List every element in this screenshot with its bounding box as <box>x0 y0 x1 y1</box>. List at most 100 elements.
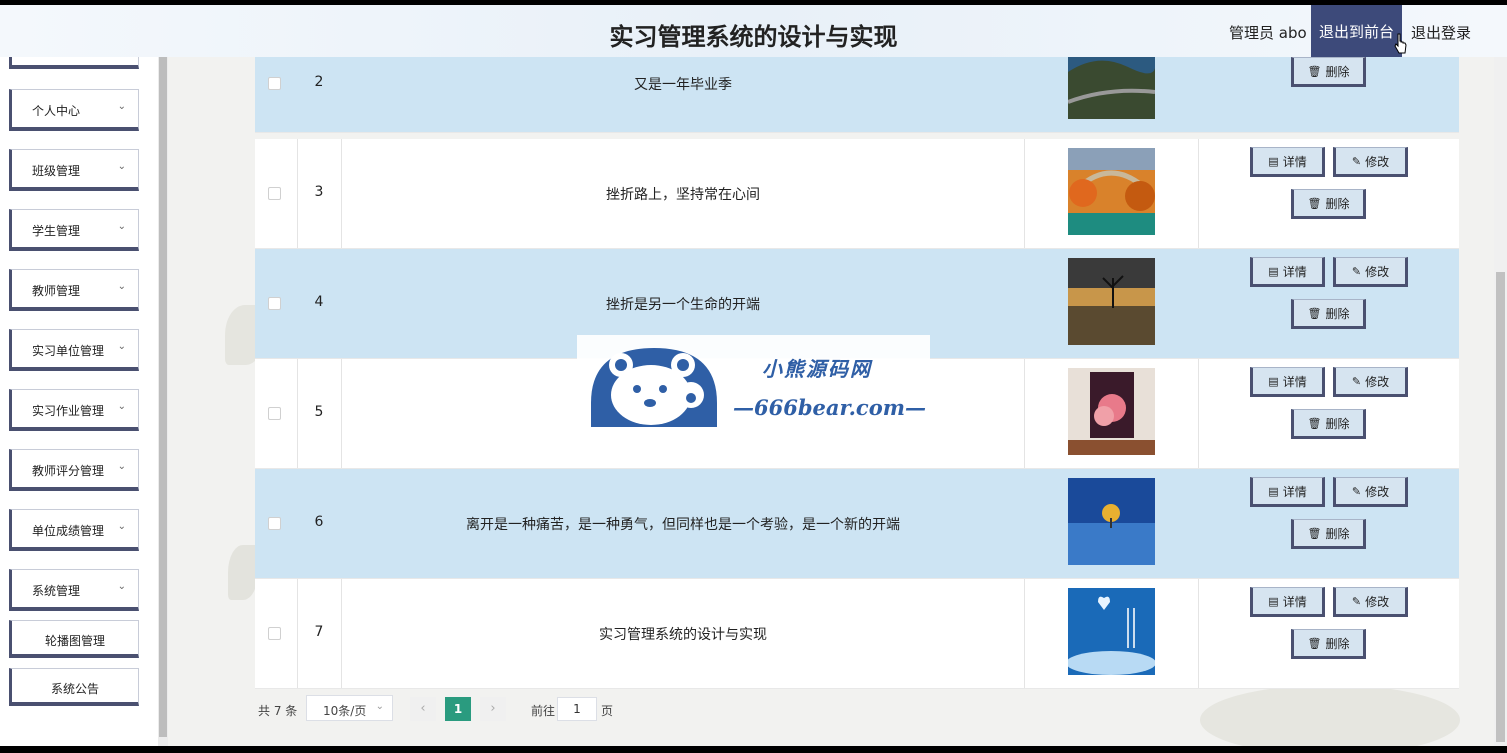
chevron-down-icon: ⌄ <box>117 281 126 292</box>
row-title: 挫折是另一个生命的开端 <box>606 297 760 313</box>
row-checkbox[interactable] <box>268 297 281 310</box>
row-checkbox[interactable] <box>268 77 281 90</box>
row-checkbox[interactable] <box>268 407 281 420</box>
edit-button[interactable]: ✎修改 <box>1333 477 1408 507</box>
chevron-right-icon: › <box>490 701 496 716</box>
exit-to-front-button[interactable]: 退出到前台 <box>1311 5 1402 57</box>
sidebar-item-label: 单位成绩管理 <box>32 524 105 538</box>
watermark-site-name: 小熊源码网 <box>762 357 872 381</box>
row-checkbox[interactable] <box>268 517 281 530</box>
delete-button[interactable]: 🗑 删除 <box>1291 189 1366 219</box>
tree-lake-blue-photo <box>1068 478 1155 565</box>
row-number: 6 <box>314 514 324 530</box>
logout-button[interactable]: 退出登录 <box>1411 22 1471 43</box>
delete-button[interactable]: 🗑 删除 <box>1291 57 1366 87</box>
chevron-down-icon: ⌄ <box>117 581 126 592</box>
table-row: 6 离开是一种痛苦，是一种勇气，但同样也是一个考验，是一个新的开端 ▤ 详情 ✎ 修… <box>255 469 1459 579</box>
row-title: 离开是一种痛苦，是一种勇气，但同样也是一个考验，是一个新的开端 <box>466 517 900 533</box>
background-leaf-decoration <box>228 545 258 600</box>
mouse-cursor-icon <box>1394 33 1407 54</box>
chevron-down-icon: ⌄ <box>117 101 126 112</box>
scrollbar-thumb[interactable] <box>159 57 167 737</box>
row-checkbox[interactable] <box>268 187 281 200</box>
app-window: 实习管理系统的设计与实现 管理员 abo 退出到前台 退出登录 个人中心 ⌄ 班… <box>0 5 1507 746</box>
prev-page-button[interactable]: ‹ <box>410 697 436 721</box>
pencil-icon: ✎ <box>1351 374 1362 388</box>
pencil-icon: ✎ <box>1351 594 1362 608</box>
watermark-url: —666bear.com— <box>733 395 926 420</box>
autumn-bridge-photo <box>1068 148 1155 235</box>
detail-button[interactable]: ▤详情 <box>1250 367 1325 397</box>
edit-button[interactable]: ✎修改 <box>1333 587 1408 617</box>
delete-button[interactable]: 🗑 删除 <box>1291 409 1366 439</box>
background-cup-decoration <box>1200 685 1460 746</box>
row-title: 又是一年毕业季 <box>634 77 732 93</box>
document-icon: ▤ <box>1268 374 1279 388</box>
sidebar-item-label: 个人中心 <box>32 104 81 118</box>
sidebar-item-students[interactable]: 学生管理 ⌄ <box>9 209 139 251</box>
sidebar-item-label: 班级管理 <box>32 164 81 178</box>
sidebar-subitem-carousel[interactable]: 轮播图管理 <box>9 620 139 658</box>
sidebar-item-system[interactable]: 系统管理 ⌄ <box>9 569 139 611</box>
chevron-down-icon: ⌄ <box>117 221 126 232</box>
row-checkbox[interactable] <box>268 627 281 640</box>
edit-button[interactable]: ✎修改 <box>1333 367 1408 397</box>
sidebar-item-class[interactable]: 班级管理 ⌄ <box>9 149 139 191</box>
row-number: 7 <box>314 624 324 640</box>
document-icon: ▤ <box>1268 484 1279 498</box>
sidebar-item-label: 系统管理 <box>32 584 81 598</box>
lone-tree-lake-photo <box>1068 258 1155 345</box>
sidebar-item-unit-grades[interactable]: 单位成绩管理 ⌄ <box>9 509 139 551</box>
page-size-select[interactable]: 10条/页 ⌄ <box>306 695 393 721</box>
sidebar-item-teachers[interactable]: 教师管理 ⌄ <box>9 269 139 311</box>
chevron-down-icon: ⌄ <box>375 701 384 712</box>
page-number-current[interactable]: 1 <box>445 697 471 721</box>
main-scrollbar[interactable] <box>1494 57 1507 746</box>
delete-button[interactable]: 🗑 删除 <box>1291 629 1366 659</box>
goto-page-input[interactable]: 1 <box>557 697 597 721</box>
sidebar-item-label: 教师评分管理 <box>32 464 105 478</box>
goto-label: 前往 <box>531 704 556 718</box>
sidebar-item-personal-center[interactable]: 个人中心 ⌄ <box>9 89 139 131</box>
trash-icon: 🗑 <box>1307 64 1322 78</box>
page-unit-label: 页 <box>601 704 614 718</box>
admin-username: 管理员 abo <box>1229 24 1307 42</box>
total-count: 共 7 条 <box>258 704 298 718</box>
top-bar: 实习管理系统的设计与实现 管理员 abo 退出到前台 退出登录 <box>0 5 1507 57</box>
sidebar-item-teacher-scoring[interactable]: 教师评分管理 ⌄ <box>9 449 139 491</box>
sidebar-item-label: 轮播图管理 <box>44 634 105 648</box>
watermark: 小熊源码网 —666bear.com— <box>577 335 930 430</box>
edit-button[interactable]: ✎修改 <box>1333 257 1408 287</box>
sidebar-menu: 个人中心 ⌄ 班级管理 ⌄ 学生管理 ⌄ 教师管理 ⌄ 实习单位管理 ⌄ 实习作… <box>0 27 158 746</box>
detail-button[interactable]: ▤详情 <box>1250 477 1325 507</box>
trash-icon: 🗑 <box>1307 636 1322 650</box>
table-row: 3 挫折路上，坚持常在心间 ▤ 详情 ✎ 修改 🗑 删除 <box>255 139 1459 249</box>
chevron-down-icon: ⌄ <box>117 401 126 412</box>
document-icon: ▤ <box>1268 154 1279 168</box>
detail-button[interactable]: ▤详情 <box>1250 147 1325 177</box>
chevron-down-icon: ⌄ <box>117 461 126 472</box>
sidebar-item-internship-homework[interactable]: 实习作业管理 ⌄ <box>9 389 139 431</box>
delete-button[interactable]: 🗑 删除 <box>1291 299 1366 329</box>
pink-clouds-painting-photo <box>1068 368 1155 455</box>
sidebar-scrollbar[interactable] <box>158 57 168 746</box>
row-number: 5 <box>314 404 324 420</box>
row-number: 3 <box>314 184 324 200</box>
trash-icon: 🗑 <box>1307 526 1322 540</box>
sidebar-subitem-announcements[interactable]: 系统公告 <box>9 668 139 706</box>
sidebar-item-label: 实习作业管理 <box>32 404 105 418</box>
pencil-icon: ✎ <box>1351 484 1362 498</box>
document-icon: ▤ <box>1268 264 1279 278</box>
next-page-button[interactable]: › <box>480 697 506 721</box>
scrollbar-thumb[interactable] <box>1496 272 1505 742</box>
sidebar-item-internship-units[interactable]: 实习单位管理 ⌄ <box>9 329 139 371</box>
bear-logo-icon <box>591 348 717 427</box>
delete-button[interactable]: 🗑 删除 <box>1291 519 1366 549</box>
table-row: 7 实习管理系统的设计与实现 ▤ 详情 ✎ 修改 🗑 删除 <box>255 579 1459 689</box>
sidebar-item-label: 学生管理 <box>32 224 81 238</box>
detail-button[interactable]: ▤详情 <box>1250 257 1325 287</box>
edit-button[interactable]: ✎修改 <box>1333 147 1408 177</box>
detail-button[interactable]: ▤详情 <box>1250 587 1325 617</box>
row-title: 实习管理系统的设计与实现 <box>599 627 767 643</box>
chevron-down-icon: ⌄ <box>117 341 126 352</box>
